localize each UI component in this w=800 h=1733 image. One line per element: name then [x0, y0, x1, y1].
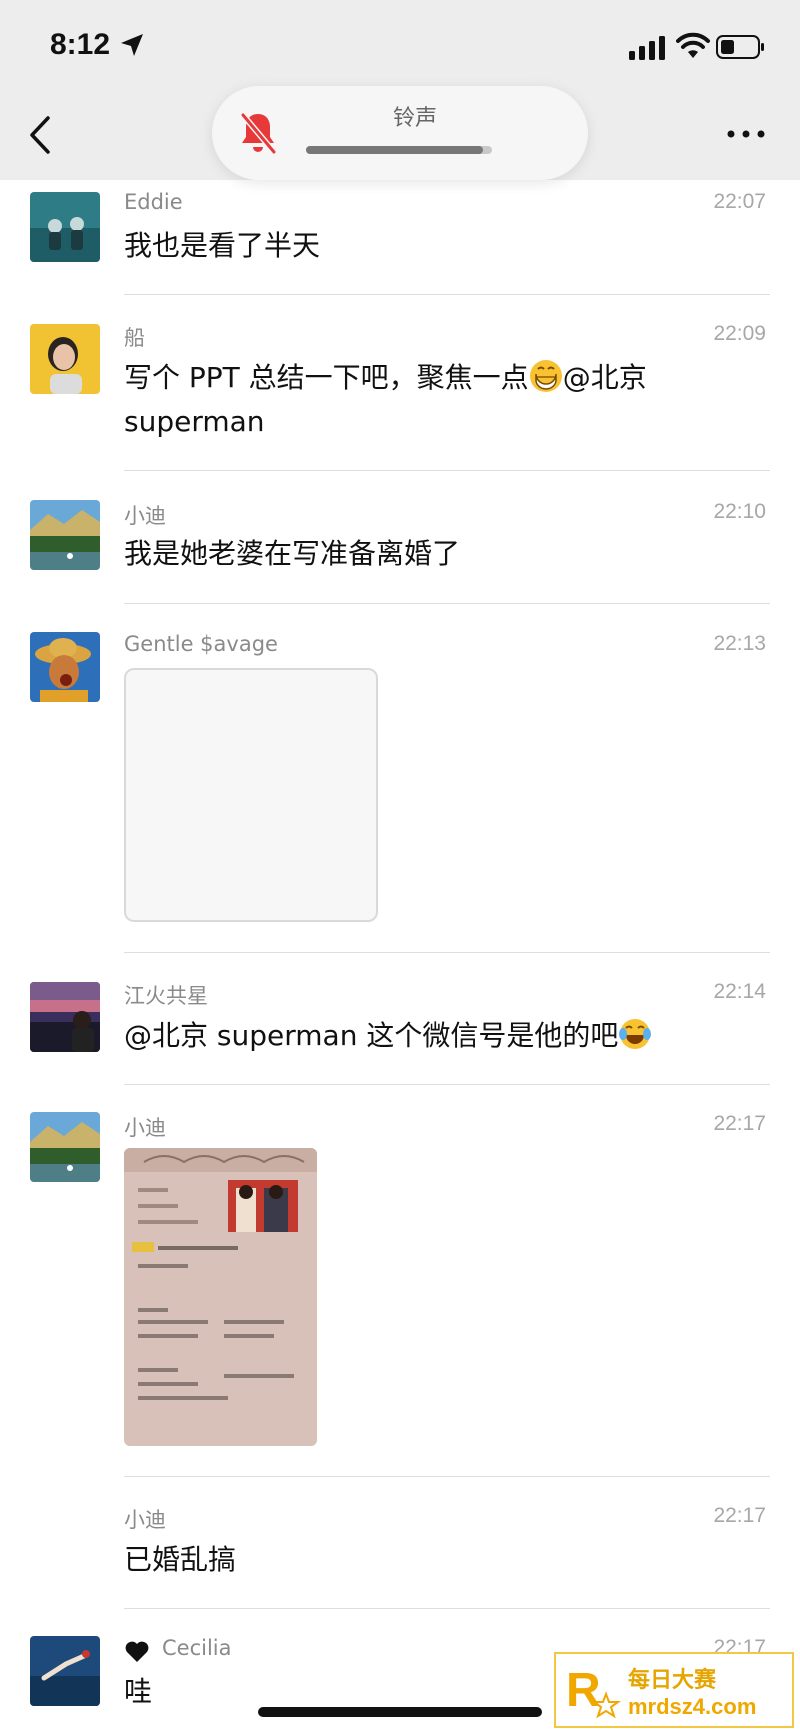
black-heart-icon	[125, 1641, 149, 1662]
grinning-face-emoji	[529, 360, 562, 392]
sender-name: 小迪	[124, 1508, 166, 1532]
message-time: 22:17	[713, 1112, 766, 1135]
location-arrow-icon	[121, 34, 143, 56]
document-photo-image	[124, 1148, 317, 1446]
sender-name: 小迪	[124, 1116, 166, 1140]
avatar-xiaodi-image	[30, 500, 100, 570]
message-text: @北京 superman 这个微信号是他的吧	[124, 1014, 724, 1058]
sender-name: Gentle $avage	[124, 632, 278, 656]
message-time: 22:17	[713, 1504, 766, 1527]
ringtone-volume-slider[interactable]	[306, 146, 492, 154]
svg-text:R: R	[566, 1664, 601, 1717]
divider	[124, 1084, 770, 1085]
message-text: 写个 PPT 总结一下吧，聚焦一点 @北京 superman	[124, 356, 724, 444]
wifi-icon	[676, 32, 710, 58]
ringtone-control[interactable]: 铃声	[212, 86, 588, 180]
divider	[124, 952, 770, 953]
avatar-xiaodi[interactable]	[30, 1112, 100, 1182]
message-text-part: 写个 PPT 总结一下吧，聚焦一点	[124, 361, 529, 394]
top-bar: 8:12 铃声	[0, 0, 800, 180]
message-text: 已婚乱搞	[124, 1543, 237, 1576]
avatar-cecilia[interactable]	[30, 1636, 100, 1706]
message-time: 22:10	[713, 500, 766, 523]
avatar-xiaodi-image	[30, 1112, 100, 1182]
message-time: 22:14	[713, 980, 766, 1003]
sender-name: 小迪	[124, 504, 166, 528]
watermark-domain: mrdsz4.com	[628, 1694, 757, 1719]
divider	[124, 470, 770, 471]
message-text: 我是她老婆在写准备离婚了	[124, 537, 461, 570]
image-message-blank[interactable]	[124, 668, 378, 922]
status-time: 8:12	[50, 28, 111, 61]
watermark-title: 每日大赛	[628, 1668, 717, 1693]
avatar-chuan-image	[30, 324, 100, 394]
avatar-jianghuo[interactable]	[30, 982, 100, 1052]
message-text-part: @北京	[562, 361, 647, 394]
message-time: 22:09	[713, 322, 766, 345]
message-text-part: @北京 superman 这个微信号是他的吧	[124, 1019, 619, 1052]
image-message-document-photo[interactable]	[124, 1148, 317, 1446]
battery-icon	[716, 35, 764, 59]
tears-of-joy-emoji	[619, 1019, 652, 1049]
message-time: 22:07	[713, 190, 766, 213]
watermark-badge: R 每日大赛 mrdsz4.com	[554, 1652, 794, 1728]
more-options-button[interactable]	[724, 124, 768, 144]
message-text-part: superman	[124, 405, 265, 438]
avatar-xiaodi[interactable]	[30, 500, 100, 570]
watermark-logo-icon: R	[566, 1664, 622, 1719]
sender-name: Eddie	[124, 190, 183, 214]
avatar-eddie-image	[30, 192, 100, 262]
avatar-eddie[interactable]	[30, 192, 100, 262]
divider	[124, 1608, 770, 1609]
avatar-gentle-savage-image	[30, 632, 100, 702]
message-text: 我也是看了半天	[124, 229, 321, 262]
home-indicator[interactable]	[258, 1707, 542, 1717]
cellular-signal-icon	[629, 36, 665, 60]
avatar-chuan[interactable]	[30, 324, 100, 394]
divider	[124, 603, 770, 604]
avatar-jianghuo-image	[30, 982, 100, 1052]
avatar-gentle-savage[interactable]	[30, 632, 100, 702]
divider	[124, 294, 770, 295]
sender-name: 船	[124, 326, 145, 350]
message-time: 22:13	[713, 632, 766, 655]
ringtone-volume-fill	[306, 146, 483, 154]
sender-name: 江火共星	[124, 984, 208, 1008]
avatar-cecilia-image	[30, 1636, 100, 1706]
sender-name: Cecilia	[162, 1636, 232, 1660]
divider	[124, 1476, 770, 1477]
back-button[interactable]	[26, 112, 56, 158]
ringtone-label: 铃声	[392, 106, 437, 131]
